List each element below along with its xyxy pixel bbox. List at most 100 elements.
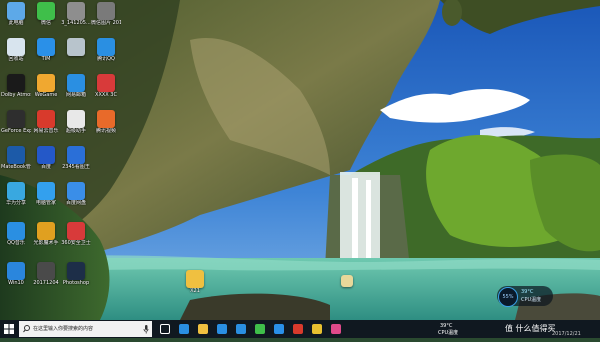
desktop-icon-label: 微信 [40,20,51,26]
taskbar-cpu-label: CPU温度 [438,330,459,336]
desktop-icon[interactable] [61,38,91,72]
desktop-icon-label: 20171204 [33,280,59,286]
desktop-icon[interactable]: Win10 [1,262,31,296]
qq-icon[interactable] [236,324,246,334]
desktop-icon[interactable]: QQ音乐 [1,222,31,256]
folder-x21-icon[interactable]: X21 [180,270,210,304]
desktop-icon[interactable]: Dolby Atmos [1,74,31,108]
desktop-icon[interactable]: 微信 [31,2,61,36]
desktop-icon-label: Win10 [8,280,24,286]
desktop-icon[interactable]: 华为分享 [1,182,31,216]
desktop-icon-label: 此电脑 [8,20,24,26]
desktop-icon[interactable]: 腾讯视频 [91,110,121,144]
desktop-icon[interactable]: 电脑管家 [31,182,61,216]
store-icon[interactable] [217,324,227,334]
cpu-usage-gauge: 55% [498,287,518,307]
desktop-icon[interactable]: XXXX 3C [91,74,121,108]
app-icon [37,182,55,200]
app-icon [67,74,85,92]
watermark-text: 值 什么值得买 [505,324,556,333]
desktop-icon[interactable]: 此电脑 [1,2,31,36]
taskbar-date: 2017/12/21 [552,331,581,337]
desktop-icon[interactable]: 网易云音乐 [31,110,61,144]
chrome-icon[interactable] [312,324,322,334]
desktop-icon[interactable]: 超级助手 [61,110,91,144]
desktop-icon[interactable]: 腾讯QQ [91,38,121,72]
desktop-icon-label: Photoshop [62,280,90,286]
app-icon [7,182,25,200]
app-icon [7,146,25,164]
app-icon [67,38,85,56]
app-icon [37,2,55,20]
app-icon [37,222,55,240]
app-icon [37,146,55,164]
search-icon [23,325,30,333]
mail-icon[interactable] [274,324,284,334]
app-icon [97,2,115,20]
desktop-icon[interactable]: 20171204 [31,262,61,296]
app-icon [37,38,55,56]
desktop-icon-label: 3_141205... [61,20,91,26]
desktop-icon-label: MateBook管家 [1,164,31,170]
search-placeholder: 在这里输入你要搜索的内容 [33,326,94,332]
desktop-icon-label: WeGame [34,92,58,98]
desktop-icon-label: XXXX 3C [95,92,117,98]
windows-logo-icon [4,324,14,334]
desktop-icon[interactable]: 光影魔术手 [31,222,61,256]
app-icon [7,262,25,280]
desktop-icon[interactable]: 2345看图王 [61,146,91,180]
app-icon [67,222,85,240]
desktop-icon-label: Dolby Atmos [1,92,31,98]
desktop-icon[interactable]: Photoshop [61,262,91,296]
desktop-icon-label: 2345看图王 [62,164,90,170]
desktop-icon-label: 超级助手 [65,128,86,134]
start-button[interactable] [0,320,18,338]
desktop-icon-label: 电脑管家 [35,200,56,206]
desktop-icon[interactable]: GeForce Experience [1,110,31,144]
desktop-icon-label: 华为分享 [5,200,26,206]
desktop-icon-label: 360安全卫士 [61,240,91,246]
desktop-icon[interactable]: 360安全卫士 [61,222,91,256]
taskbar: 在这里输入你要搜索的内容 39°C CPU温度 值 什么值得买 2017/12/… [0,320,600,338]
desktop-icon-label: 百度 [40,164,51,170]
desktop-icon[interactable]: 回收站 [1,38,31,72]
desktop-icon[interactable]: 网易邮箱 [61,74,91,108]
desktop-icon[interactable]: 百度 [31,146,61,180]
taskbar-cpu-temp: 39°C [440,323,453,329]
app-icon [7,38,25,56]
desktop-icon[interactable]: MateBook管家 [1,146,31,180]
folder-icon [186,270,204,288]
app-icon [37,74,55,92]
desktop-icon-label: 百度网盘 [65,200,86,206]
file-explorer-icon[interactable] [198,324,208,334]
edge-icon[interactable] [179,324,189,334]
microphone-icon[interactable] [142,321,150,337]
paint-icon[interactable] [331,324,341,334]
desktop-icon-label: 网易邮箱 [65,92,86,98]
desktop-icon[interactable]: 百度网盘 [61,182,91,216]
app-icon [7,2,25,20]
app-icon [7,74,25,92]
floating-app-icon[interactable] [332,275,362,295]
desktop-icon[interactable]: 微信图片 20171221 [91,2,121,36]
desktop-icon[interactable]: TIM [31,38,61,72]
app-icon [67,2,85,20]
desktop-icon[interactable]: WeGame [31,74,61,108]
app-icon [67,182,85,200]
app-icon [7,222,25,240]
desktop-icon-label: 微信图片 20171221 [91,20,121,26]
desktop-icon-label: TIM [41,56,51,62]
app-icon [97,110,115,128]
app-icon [67,262,85,280]
desktop-icon[interactable]: 3_141205... [61,2,91,36]
cpu-monitor-widget[interactable]: 55% 39°C CPU温度 [497,286,553,307]
netease-music-icon[interactable] [293,324,303,334]
taskbar-search-box[interactable]: 在这里输入你要搜索的内容 [19,321,152,337]
widget-cpu-temp: 39°C [521,289,534,295]
desktop-icon-label: 腾讯QQ [97,56,115,62]
task-view-icon[interactable] [160,324,170,334]
wechat-icon[interactable] [255,324,265,334]
app-icon [97,38,115,56]
desktop-icon-label: 回收站 [8,56,24,62]
folder-label: X21 [190,288,200,294]
